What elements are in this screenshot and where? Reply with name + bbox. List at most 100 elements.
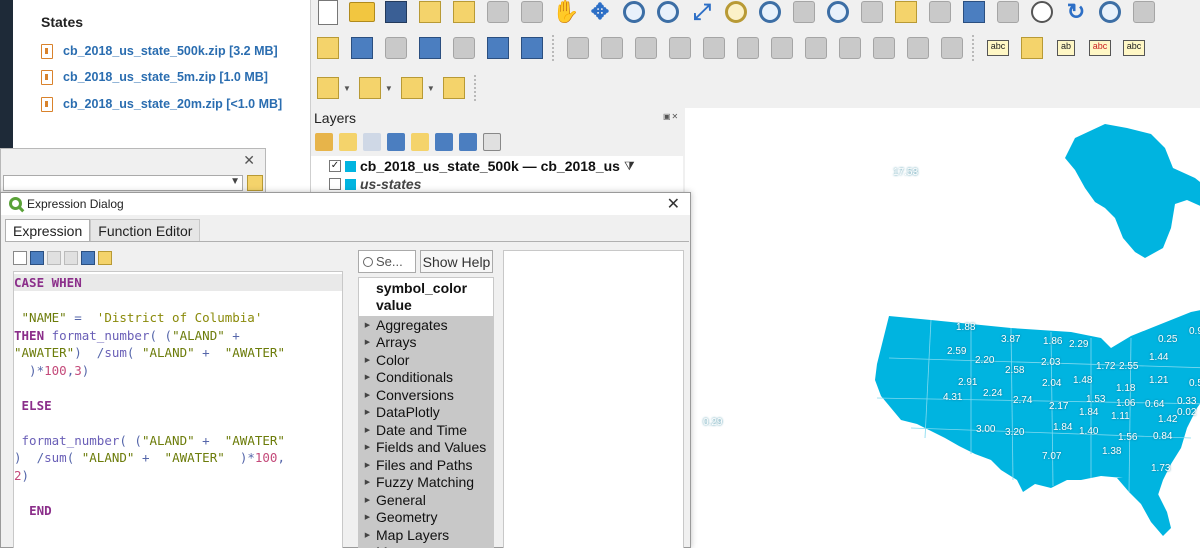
add-raster-button[interactable]: [449, 33, 479, 63]
chevron-right-icon[interactable]: ▶: [359, 426, 376, 434]
layer-labeling-button[interactable]: abc: [983, 33, 1013, 63]
digitize-button[interactable]: [415, 33, 445, 63]
toolbar-grip[interactable]: [473, 75, 480, 101]
zoom-in-button[interactable]: [619, 0, 649, 27]
select-by-location-button[interactable]: [439, 73, 469, 103]
close-icon[interactable]: ✕: [667, 194, 680, 214]
function-search-input[interactable]: Se...: [358, 250, 416, 273]
pan-to-selection-button[interactable]: ✥: [585, 0, 615, 27]
new-bookmark-button[interactable]: [959, 0, 989, 27]
cut-features-button[interactable]: [801, 33, 831, 63]
refresh-button[interactable]: ↻: [1061, 0, 1091, 27]
open-layer-styling-icon[interactable]: [315, 133, 333, 151]
tab-expression[interactable]: Expression: [5, 219, 91, 242]
deselect-features-button[interactable]: [397, 73, 427, 103]
text-annotation-button[interactable]: [517, 0, 547, 27]
file-link-20m[interactable]: cb_2018_us_state_20m.zip [<1.0 MB]: [41, 95, 282, 113]
edit-pencil-button[interactable]: [563, 33, 593, 63]
filter-legend-icon[interactable]: [387, 133, 405, 151]
temporal-controller-button[interactable]: [1027, 0, 1057, 27]
delete-icon[interactable]: [64, 251, 78, 265]
chevron-right-icon[interactable]: ▶: [359, 443, 376, 451]
copy-features-button[interactable]: [835, 33, 865, 63]
chevron-down-icon[interactable]: ▼: [427, 84, 435, 93]
show-help-button[interactable]: Show Help: [420, 250, 493, 273]
function-group-item[interactable]: ▶ Geometry: [359, 508, 493, 526]
identify-button[interactable]: [1095, 0, 1125, 27]
vertex-tool-button[interactable]: [699, 33, 729, 63]
function-group-item[interactable]: ▶ DataPlotly: [359, 403, 493, 421]
chevron-right-icon[interactable]: ▶: [359, 496, 376, 504]
modify-attributes-button[interactable]: [733, 33, 763, 63]
move-label-button[interactable]: abc: [1119, 33, 1149, 63]
add-feature-button[interactable]: [665, 33, 695, 63]
chevron-right-icon[interactable]: ▶: [359, 461, 376, 469]
delete-selected-button[interactable]: [767, 33, 797, 63]
save-project-button[interactable]: [381, 0, 411, 27]
function-group-item[interactable]: ▶ Arrays: [359, 333, 493, 351]
new-map-view-button[interactable]: [891, 0, 921, 27]
function-group-item[interactable]: ▶ Fuzzy Matching: [359, 473, 493, 491]
new-project-button[interactable]: [313, 0, 343, 27]
filter-expression-icon[interactable]: [411, 133, 429, 151]
eye-icon[interactable]: [363, 133, 381, 151]
new-file-icon[interactable]: [13, 251, 27, 265]
tab-function-editor[interactable]: Function Editor: [90, 219, 201, 242]
add-vector-button[interactable]: [381, 33, 411, 63]
zoom-native-button[interactable]: [789, 0, 819, 27]
layer-item[interactable]: ✓ cb_2018_us_state_500k — cb_2018_us ⧩: [329, 157, 635, 175]
toolbar-grip[interactable]: [972, 35, 978, 61]
open-project-button[interactable]: [347, 0, 377, 27]
function-group-item[interactable]: ▶Maps: [359, 543, 493, 548]
chevron-down-icon[interactable]: ▼: [343, 84, 351, 93]
chevron-down-icon[interactable]: ▼: [385, 84, 393, 93]
paste-features-button[interactable]: [869, 33, 899, 63]
pin-labels-button[interactable]: ab: [1051, 33, 1081, 63]
list-item-symbol-color[interactable]: symbol_color value: [376, 280, 467, 314]
export-icon[interactable]: [98, 251, 112, 265]
save-edits-button[interactable]: [631, 33, 661, 63]
chevron-right-icon[interactable]: ▶: [359, 373, 376, 381]
function-group-item[interactable]: ▶ Date and Time: [359, 421, 493, 439]
add-wms-button[interactable]: [347, 33, 377, 63]
zoom-out-button[interactable]: [653, 0, 683, 27]
toolbar-grip[interactable]: [552, 35, 558, 61]
collapse-all-icon[interactable]: [459, 133, 477, 151]
show-hide-labels-button[interactable]: abc: [1085, 33, 1115, 63]
add-layer-button[interactable]: [313, 33, 343, 63]
toggle-editing-button[interactable]: [597, 33, 627, 63]
function-group-item[interactable]: ▶ General: [359, 491, 493, 509]
chevron-right-icon[interactable]: ▶: [359, 338, 376, 346]
function-list[interactable]: symbol_color value ▶ Aggregates ▶ Arrays ▶ Co…: [358, 277, 494, 548]
expression-editor[interactable]: CASE WHEN "NAME" = 'District of Columbia…: [13, 271, 343, 548]
layer-checkbox[interactable]: [329, 178, 341, 190]
zoom-to-layer-button[interactable]: [755, 0, 785, 27]
redo-button[interactable]: [937, 33, 967, 63]
close-icon[interactable]: ✕: [243, 152, 255, 169]
function-group-item[interactable]: ▶ Conversions: [359, 386, 493, 404]
file-link-5m[interactable]: cb_2018_us_state_5m.zip [1.0 MB]: [41, 68, 268, 86]
chevron-right-icon[interactable]: ▶: [359, 391, 376, 399]
import-icon[interactable]: [81, 251, 95, 265]
layout-manager-button[interactable]: [449, 0, 479, 27]
layer-combo-box[interactable]: ▼: [3, 175, 243, 191]
edit-icon[interactable]: [47, 251, 61, 265]
undo-button[interactable]: [903, 33, 933, 63]
function-group-item[interactable]: ▶ Color: [359, 351, 493, 369]
open-attribute-table-button[interactable]: [1129, 0, 1159, 27]
layer-item[interactable]: us-states: [329, 175, 421, 193]
zoom-next-button[interactable]: [857, 0, 887, 27]
show-bookmarks-button[interactable]: [993, 0, 1023, 27]
chevron-right-icon[interactable]: ▶: [359, 478, 376, 486]
add-group-icon[interactable]: [339, 133, 357, 151]
pan-map-button[interactable]: ✋: [551, 0, 581, 27]
add-mesh-button[interactable]: [483, 33, 513, 63]
diagram-button[interactable]: [1017, 33, 1047, 63]
add-virtual-layer-button[interactable]: [517, 33, 547, 63]
function-group-item[interactable]: ▶ Files and Paths: [359, 456, 493, 474]
save-icon[interactable]: [30, 251, 44, 265]
function-group-item[interactable]: ▶ Fields and Values: [359, 438, 493, 456]
panel-controls[interactable]: ▣✕: [663, 112, 679, 121]
function-group-item[interactable]: ▶ Map Layers: [359, 526, 493, 544]
new-print-layout-button[interactable]: [415, 0, 445, 27]
